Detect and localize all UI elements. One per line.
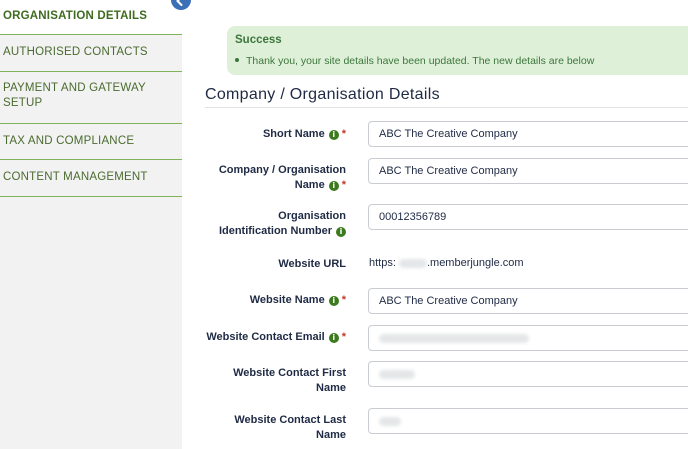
sidebar: ORGANISATION DETAILS AUTHORISED CONTACTS… [0, 0, 182, 449]
org-id-input[interactable]: 00012356789 [368, 204, 688, 230]
sidebar-item-content-management[interactable]: CONTENT MANAGEMENT [0, 160, 182, 197]
website-name-label: Website Name i * [250, 293, 346, 308]
required-marker: * [341, 128, 346, 140]
label-text: Name [316, 429, 346, 441]
redacted-first-name [379, 369, 415, 379]
org-id-label: Organisation Identification Number i [219, 209, 346, 239]
required-marker: * [341, 294, 346, 306]
bullet-icon [235, 58, 239, 63]
info-icon[interactable]: i [328, 181, 339, 191]
input-value: 00012356789 [379, 211, 447, 223]
input-value: ABC The Creative Company [379, 165, 518, 177]
input-value: ABC The Creative Company [379, 295, 518, 307]
page-title: Company / Organisation Details [205, 86, 440, 103]
sidebar-item-label: CONTENT MANAGEMENT [3, 171, 148, 183]
sidebar-item-label: ORGANISATION DETAILS [3, 10, 148, 22]
sidebar-item-tax-compliance[interactable]: TAX AND COMPLIANCE [0, 124, 182, 160]
redacted-email [379, 333, 529, 343]
required-marker: * [341, 331, 346, 343]
info-icon[interactable]: i [328, 333, 339, 343]
label-text: Website Name [249, 294, 325, 306]
label-text: Website Contact First [233, 367, 346, 379]
label-text: Website Contact Last [234, 414, 346, 426]
alert-message: Thank you, your site details have been u… [246, 55, 595, 67]
redacted-subdomain [398, 258, 427, 268]
short-name-label: Short Name i * [263, 127, 346, 142]
contact-first-name-input[interactable] [368, 361, 688, 387]
input-value: ABC The Creative Company [379, 128, 518, 140]
alert-title: Success [235, 34, 282, 46]
sidebar-item-authorised-contacts[interactable]: AUTHORISED CONTACTS [0, 35, 182, 72]
company-name-input[interactable]: ABC The Creative Company [368, 158, 688, 184]
sidebar-item-label: TAX AND COMPLIANCE [3, 135, 135, 147]
label-text: Company / Organisation [218, 164, 346, 176]
url-prefix: https: [369, 257, 396, 269]
contact-first-name-label: Website Contact First Name [233, 366, 346, 396]
success-alert: Success Thank you, your site details hav… [227, 26, 688, 75]
label-text: Organisation [278, 210, 346, 222]
label-text: Name [294, 179, 325, 191]
divider [205, 107, 688, 108]
website-url-label: Website URL [278, 258, 346, 270]
sidebar-item-label: AUTHORISED CONTACTS [3, 46, 148, 58]
label-text: Website Contact Email [206, 331, 325, 343]
website-url-value: https: .memberjungle.com [369, 257, 524, 269]
alert-message-row: Thank you, your site details have been u… [235, 55, 594, 67]
url-suffix: .memberjungle.com [426, 257, 524, 269]
chevron-left-icon [176, 0, 183, 6]
contact-email-input[interactable] [368, 325, 688, 351]
label-text: Name [316, 382, 346, 394]
required-marker: * [341, 179, 346, 191]
info-icon[interactable]: i [336, 227, 346, 237]
info-icon[interactable]: i [328, 296, 339, 306]
label-text: Short Name [262, 128, 325, 140]
contact-email-label: Website Contact Email i * [206, 330, 346, 345]
company-name-label: Company / Organisation Name i * [219, 163, 346, 193]
contact-last-name-label: Website Contact Last Name [234, 413, 346, 443]
label-text: Identification Number [218, 225, 332, 237]
website-name-input[interactable]: ABC The Creative Company [368, 288, 688, 314]
sidebar-item-organisation-details[interactable]: ORGANISATION DETAILS [0, 0, 182, 35]
short-name-input[interactable]: ABC The Creative Company [368, 121, 688, 147]
sidebar-item-payment-gateway[interactable]: PAYMENT AND GATEWAY SETUP [0, 72, 182, 124]
info-icon[interactable]: i [328, 130, 339, 140]
redacted-last-name [379, 416, 401, 426]
contact-last-name-input[interactable] [368, 408, 688, 434]
sidebar-item-label: PAYMENT AND GATEWAY SETUP [3, 82, 146, 109]
